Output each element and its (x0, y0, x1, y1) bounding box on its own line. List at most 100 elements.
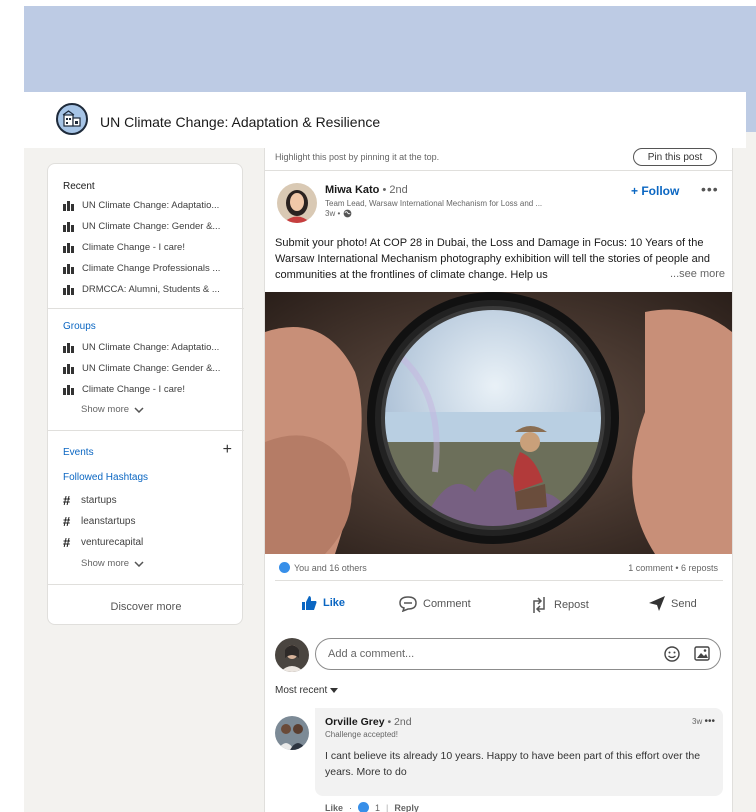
author-name[interactable]: Miwa Kato • 2nd (325, 184, 408, 196)
group-item[interactable]: UN Climate Change: Adaptatio... (63, 342, 219, 353)
image-icon[interactable] (694, 646, 710, 661)
hashtag-item[interactable]: # venturecapital (63, 535, 143, 550)
recent-item-label: Climate Change Professionals ... (82, 263, 221, 274)
comment-like-button[interactable]: Like (325, 803, 343, 812)
group-icon (63, 284, 75, 295)
send-icon (649, 596, 665, 611)
group-item-label: Climate Change - I care! (82, 384, 185, 395)
group-icon (63, 242, 75, 253)
comment-reply-button[interactable]: Reply (394, 803, 419, 812)
sort-dropdown[interactable]: Most recent (275, 685, 339, 696)
comment-text: I cant believe its already 10 years. Hap… (325, 750, 701, 778)
group-icon (63, 263, 75, 274)
banner-area (24, 6, 756, 92)
connection-degree: • 2nd (379, 184, 408, 196)
separator-bar: | (386, 802, 389, 812)
people-photo-icon (275, 716, 309, 750)
sort-label: Most recent (275, 685, 328, 696)
group-title[interactable]: UN Climate Change: Adaptation & Resilien… (100, 114, 380, 130)
recent-heading: Recent (63, 181, 95, 192)
building-icon (62, 110, 81, 127)
hashtag-icon: # (63, 535, 71, 550)
recent-item[interactable]: Climate Change - I care! (63, 242, 185, 253)
sidebar-divider (48, 308, 244, 309)
comment-meta: 3w ••• (692, 716, 715, 727)
hashtag-icon: # (63, 493, 71, 508)
reactions-text: You and 16 others (294, 562, 367, 573)
post-image[interactable] (265, 292, 732, 554)
author-headline: Team Lead, Warsaw International Mechanis… (325, 199, 543, 208)
person-photo-icon (277, 183, 317, 223)
hashtags-show-more[interactable]: Show more (81, 558, 144, 569)
group-item-label: UN Climate Change: Gender &... (82, 363, 221, 374)
events-link[interactable]: Events (63, 447, 94, 458)
sidebar-divider (48, 430, 244, 431)
comment-input[interactable]: Add a comment... (315, 638, 721, 670)
follow-button[interactable]: + Follow (631, 184, 679, 198)
comment-like-count: 1 (375, 802, 381, 812)
post-text: Submit your photo! At COP 28 in Dubai, t… (275, 237, 710, 281)
add-event-plus-icon[interactable]: + (223, 441, 232, 459)
hashtag-label: leanstartups (81, 516, 136, 527)
recent-item[interactable]: UN Climate Change: Gender &... (63, 221, 220, 232)
repost-icon (533, 597, 545, 613)
comment-label: Comment (423, 598, 471, 610)
commenter-degree: • 2nd (384, 716, 412, 728)
recent-item-label: UN Climate Change: Adaptatio... (82, 200, 220, 211)
hashtags-heading[interactable]: Followed Hashtags (63, 472, 148, 483)
discover-more-button[interactable]: Discover more (48, 601, 244, 613)
group-icon (63, 363, 75, 374)
post-stats[interactable]: 1 comment • 6 reposts (628, 563, 718, 573)
group-item-label: UN Climate Change: Adaptatio... (82, 342, 220, 353)
commenter-avatar[interactable] (275, 716, 309, 750)
author-name-text: Miwa Kato (325, 184, 380, 196)
group-item[interactable]: Climate Change - I care! (63, 384, 185, 395)
comment-more-icon[interactable]: ••• (704, 716, 715, 727)
groups-show-more[interactable]: Show more (81, 404, 144, 415)
globe-icon (343, 209, 352, 218)
send-button[interactable]: Send (649, 596, 697, 611)
person-photo-icon (275, 638, 309, 672)
pin-post-button[interactable]: Pin this post (633, 148, 717, 166)
my-avatar[interactable] (275, 638, 309, 672)
hashtag-icon: # (63, 514, 71, 529)
comment-button[interactable]: Comment (399, 596, 471, 612)
chevron-down-icon (134, 406, 144, 413)
group-logo[interactable] (56, 103, 88, 135)
hashtag-item[interactable]: # leanstartups (63, 514, 135, 529)
group-icon (63, 384, 75, 395)
commenter-name[interactable]: Orville Grey • 2nd (325, 716, 412, 728)
recent-item[interactable]: UN Climate Change: Adaptatio... (63, 200, 219, 211)
recent-item-label: DRMCCA: Alumni, Students & ... (82, 284, 220, 295)
commenter-headline: Challenge accepted! (325, 730, 398, 739)
show-more-label: Show more (81, 558, 130, 569)
repost-button[interactable]: Repost (530, 596, 589, 614)
hashtag-item[interactable]: # startups (63, 493, 117, 508)
author-avatar[interactable] (277, 183, 317, 223)
like-button[interactable]: Like (301, 596, 345, 610)
like-reaction-icon (279, 562, 290, 573)
header-accent (746, 92, 756, 132)
pin-hint: Highlight this post by pinning it at the… (275, 152, 440, 162)
thumbs-up-icon (302, 596, 317, 610)
recent-item[interactable]: DRMCCA: Alumni, Students & ... (63, 284, 220, 295)
like-reaction-icon (358, 802, 370, 812)
post-time-text: 3w • (325, 209, 341, 218)
emoji-icon[interactable] (664, 646, 680, 662)
repost-label: Repost (554, 599, 589, 611)
group-icon (63, 200, 75, 211)
camera-lens-photo (265, 292, 732, 554)
recent-item-label: Climate Change - I care! (82, 242, 185, 253)
post-more-icon[interactable]: ••• (701, 181, 719, 197)
see-more-link[interactable]: ...see more (668, 268, 726, 280)
left-sidebar: Recent UN Climate Change: Adaptatio... U… (47, 163, 244, 625)
groups-heading[interactable]: Groups (63, 321, 96, 332)
chevron-down-icon (134, 560, 144, 567)
group-icon (63, 342, 75, 353)
recent-item-label: UN Climate Change: Gender &... (82, 221, 221, 232)
caret-down-icon (330, 688, 339, 693)
recent-item[interactable]: Climate Change Professionals ... (63, 263, 220, 274)
group-item[interactable]: UN Climate Change: Gender &... (63, 363, 220, 374)
reactions-summary[interactable]: You and 16 others (279, 562, 367, 573)
post-time: 3w • (325, 209, 352, 218)
